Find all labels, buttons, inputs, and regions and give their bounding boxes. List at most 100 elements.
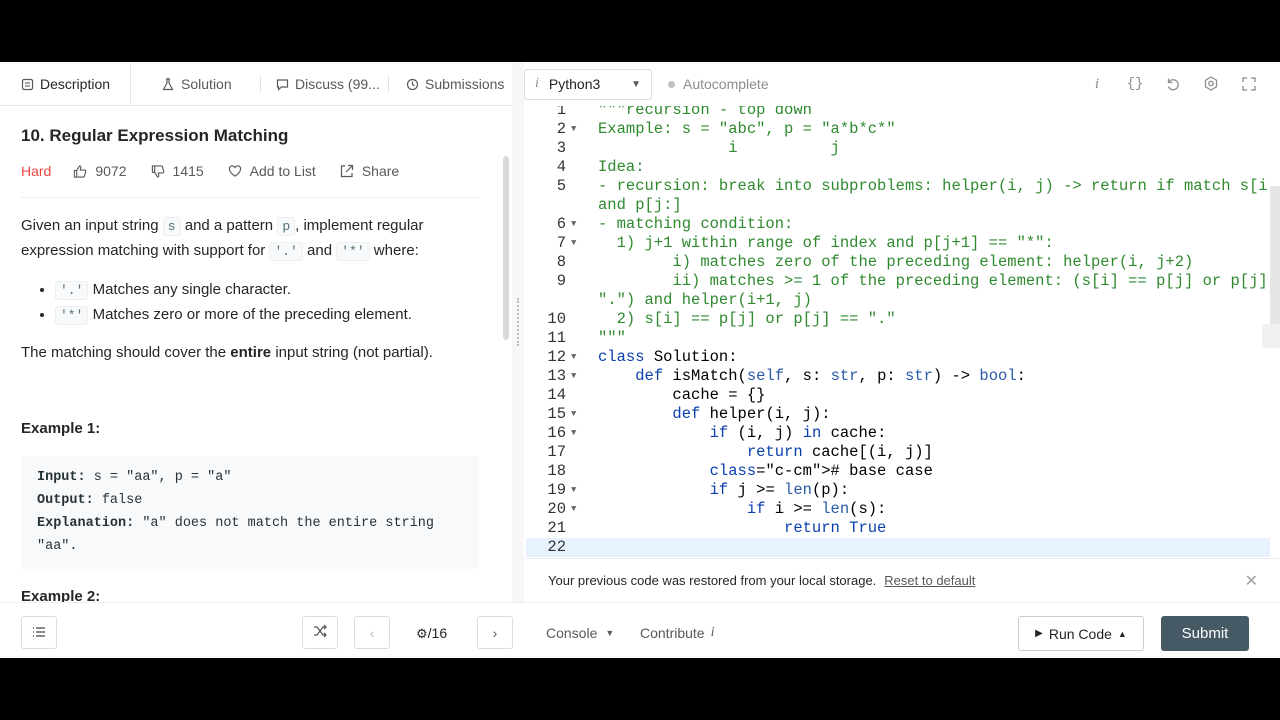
code-line[interactable]: i j xyxy=(598,139,840,158)
prev-problem-button[interactable]: ‹ xyxy=(354,616,390,649)
code-line[interactable]: if i >= len(s): xyxy=(598,500,887,519)
text: where: xyxy=(369,242,419,259)
settings-gear-icon[interactable] xyxy=(1202,75,1220,93)
tab-label: Solution xyxy=(181,76,232,92)
tab-description[interactable]: Description xyxy=(0,62,132,106)
info-icon[interactable]: i xyxy=(1088,75,1106,93)
chevron-left-icon: ‹ xyxy=(369,624,375,641)
tab-discuss[interactable]: Discuss (99... xyxy=(261,62,390,106)
line-number: 6 xyxy=(556,215,566,233)
description-scrollbar[interactable] xyxy=(503,156,509,340)
fold-toggle-icon[interactable]: ▼ xyxy=(571,120,576,139)
heart-icon xyxy=(228,164,242,178)
fold-toggle-icon[interactable]: ▼ xyxy=(571,348,576,367)
code-braces-icon[interactable]: {} xyxy=(1126,75,1144,93)
code-line[interactable]: """recursion - top down xyxy=(598,106,812,120)
document-icon xyxy=(20,77,34,91)
fold-toggle-icon[interactable]: ▼ xyxy=(571,500,576,519)
tab-label: Submissions xyxy=(425,76,505,92)
next-problem-button[interactable]: › xyxy=(477,616,513,649)
code-line[interactable]: ".") and helper(i+1, j) xyxy=(598,291,812,310)
code-line[interactable]: return cache[(i, j)] xyxy=(598,443,933,462)
text: input string (not partial). xyxy=(271,344,433,361)
fold-toggle-icon[interactable]: ▼ xyxy=(571,234,576,253)
code-line[interactable]: ii) matches >= 1 of the preceding elemen… xyxy=(598,272,1270,291)
code-line[interactable]: def isMatch(self, s: str, p: str) -> boo… xyxy=(598,367,1026,386)
code-line[interactable]: and p[j:] xyxy=(598,196,682,215)
code-editor[interactable]: 1 2 ▼ 3 4 5 6 ▼ 7 ▼ 8 9 10 11 12 ▼ 13 ▼ 14 15 ▼ 16 ▼ 17 18 19 ▼ 20 ▼… xyxy=(526,106,1270,558)
line-number: 3 xyxy=(556,139,566,157)
code-line[interactable]: i) matches zero of the preceding element… xyxy=(598,253,1193,272)
code-line[interactable]: Idea: xyxy=(598,158,645,177)
reset-icon[interactable] xyxy=(1164,75,1182,93)
code-line[interactable]: 2) s[i] == p[j] or p[j] == "." xyxy=(598,310,896,329)
bug-icon: ⚙ xyxy=(416,626,428,641)
editor-toolbar: i Python3 ▼ Autocomplete i {} xyxy=(524,62,1280,106)
dislike-count: 1415 xyxy=(172,163,204,179)
code-line[interactable]: class="c-cm"># base case xyxy=(598,462,933,481)
add-to-list-button[interactable]: Add to List xyxy=(228,163,316,179)
reset-to-default-link[interactable]: Reset to default xyxy=(884,573,975,588)
code-line[interactable]: def helper(i, j): xyxy=(598,405,830,424)
text: Given an input string xyxy=(21,217,163,234)
fold-toggle-icon[interactable]: ▼ xyxy=(571,424,576,443)
code-line[interactable]: if j >= len(p): xyxy=(598,481,850,500)
fold-toggle-icon[interactable]: ▼ xyxy=(571,405,576,424)
line-number-gutter: 1 2 ▼ 3 4 5 6 ▼ 7 ▼ 8 9 10 11 12 ▼ 13 ▼ 14 15 ▼ 16 ▼ 17 18 19 ▼ 20 ▼… xyxy=(526,106,586,558)
code-line[interactable]: """ xyxy=(598,329,626,348)
text-bold: entire xyxy=(230,344,272,361)
text: Matches any single character. xyxy=(88,281,292,298)
fullscreen-icon[interactable] xyxy=(1240,75,1258,93)
info-icon: i xyxy=(535,76,539,91)
line-number: 22 xyxy=(547,538,566,556)
fold-toggle-icon[interactable]: ▼ xyxy=(571,481,576,500)
divider xyxy=(21,197,479,198)
line-number: 11 xyxy=(547,329,566,347)
toggle-dot-icon xyxy=(668,80,675,88)
shuffle-button[interactable] xyxy=(302,616,338,649)
line-number: 21 xyxy=(547,519,566,537)
code-line[interactable]: class Solution: xyxy=(598,348,738,367)
code-line[interactable]: - matching condition: xyxy=(598,215,793,234)
console-button[interactable]: Console ▼ xyxy=(546,625,614,641)
pane-divider[interactable] xyxy=(512,62,524,658)
fold-toggle-icon[interactable]: ▼ xyxy=(571,215,576,234)
share-button[interactable]: Share xyxy=(340,163,399,179)
restore-notice: Your previous code was restored from you… xyxy=(524,558,1280,602)
run-code-button[interactable]: ▶ Run Code ▲ xyxy=(1018,616,1144,651)
code-line[interactable]: Example: s = "abc", p = "a*b*c*" xyxy=(598,120,896,139)
problem-meta: Hard 9072 1415 Add to List Share xyxy=(21,163,479,179)
list-item: '*' Matches zero or more of the precedin… xyxy=(55,303,412,328)
fold-toggle-icon[interactable]: ▼ xyxy=(571,367,576,386)
line-number: 16 xyxy=(547,424,566,442)
label: Output: xyxy=(37,493,94,508)
editor-scrollbar[interactable] xyxy=(1270,186,1280,326)
close-icon[interactable]: ✕ xyxy=(1245,571,1258,591)
dislike-button[interactable]: 1415 xyxy=(151,163,204,179)
active-line-highlight xyxy=(586,538,1270,557)
autocomplete-toggle[interactable]: Autocomplete xyxy=(668,76,769,92)
side-panel-tab[interactable] xyxy=(1262,324,1280,348)
inline-code: '*' xyxy=(55,306,89,325)
code-line[interactable]: - recursion: break into subproblems: hel… xyxy=(598,177,1270,196)
code-line[interactable]: if (i, j) in cache: xyxy=(598,424,887,443)
clock-icon xyxy=(405,77,419,91)
resize-handle[interactable] xyxy=(517,298,519,346)
like-button[interactable]: 9072 xyxy=(73,163,127,179)
tab-solution[interactable]: Solution xyxy=(131,62,262,106)
submit-button[interactable]: Submit xyxy=(1161,616,1249,651)
language-select[interactable]: i Python3 ▼ xyxy=(524,68,652,100)
line-number: 17 xyxy=(547,443,566,461)
code-line[interactable]: 1) j+1 within range of index and p[j+1] … xyxy=(598,234,1054,253)
code-line[interactable]: cache = {} xyxy=(598,386,765,405)
problem-list-button[interactable] xyxy=(21,616,57,649)
value: false xyxy=(93,493,143,508)
line-number: 7 xyxy=(556,234,566,252)
contribute-label: Contribute xyxy=(640,625,705,641)
problem-statement: Given an input string s and a pattern p,… xyxy=(21,214,479,264)
text: and xyxy=(302,242,337,259)
contribute-button[interactable]: Contribute i xyxy=(640,625,714,641)
list-item: '.' Matches any single character. xyxy=(55,278,412,303)
code-line[interactable]: return True xyxy=(598,519,886,538)
tab-submissions[interactable]: Submissions xyxy=(389,62,504,106)
